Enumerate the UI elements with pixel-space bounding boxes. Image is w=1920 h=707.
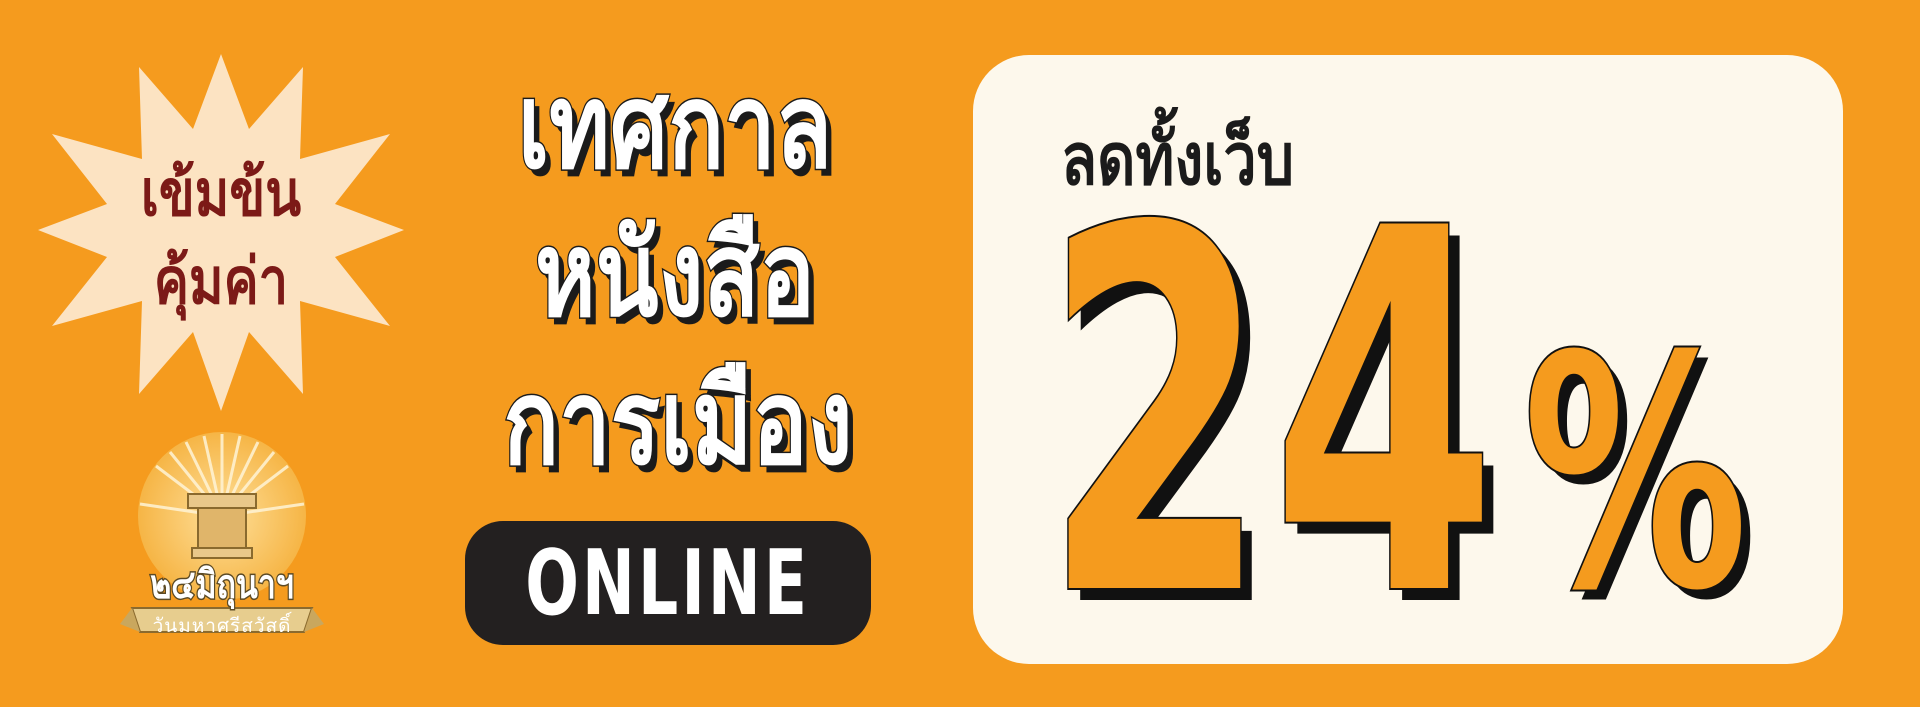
logo-tagline: วันมหาศรีสวัสดิ์: [152, 615, 292, 637]
badge-text: เข้มข้น คุ้มค่า: [71, 150, 371, 326]
headline-line-3: การเมือง: [502, 352, 854, 493]
online-label: ONLINE: [525, 530, 811, 636]
percent-sign: %: [1521, 289, 1749, 661]
logo-name: ๒๔มิถุนาฯ: [149, 561, 295, 610]
discount-panel: ลดทั้งเว็บ 24 %: [973, 55, 1843, 706]
headline-line-2: หนังสือ: [534, 204, 816, 345]
promo-starburst-badge: เข้มข้น คุ้มค่า: [38, 54, 404, 414]
badge-line-2: คุ้มค่า: [153, 245, 289, 319]
discount-value: 24: [1042, 124, 1500, 706]
online-button[interactable]: ONLINE: [465, 521, 871, 645]
badge-line-1: เข้มข้น: [140, 157, 302, 231]
event-logo: ๒๔มิถุนาฯ วันมหาศรีสวัสดิ์: [118, 428, 326, 654]
festival-headline: เทศกาล หนังสือ การเมือง: [502, 52, 854, 496]
headline-line-1: เทศกาล: [517, 56, 834, 197]
